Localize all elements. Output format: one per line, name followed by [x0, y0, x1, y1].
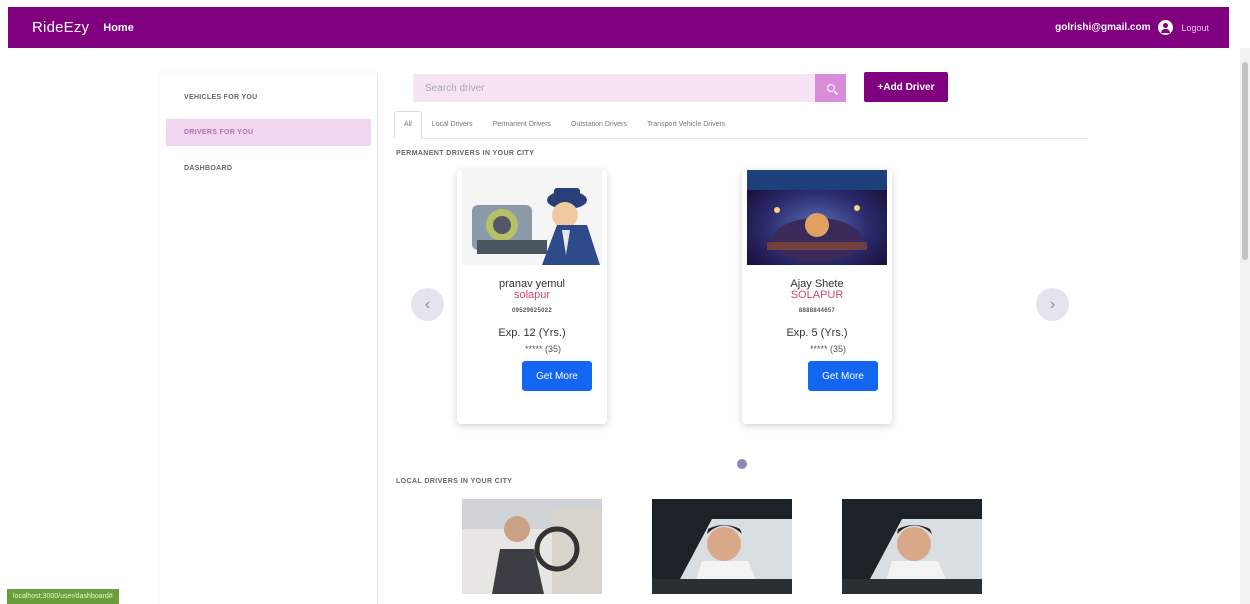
driver-photo-cartoon: [462, 170, 602, 265]
permanent-section-title: PERMANENT DRIVERS IN YOUR CITY: [396, 150, 535, 157]
carousel-next-button[interactable]: ›: [1036, 288, 1069, 321]
page-scrollbar[interactable]: [1240, 48, 1250, 604]
tab-local-drivers[interactable]: Local Drivers: [422, 111, 483, 139]
driver-city: SOLAPUR: [790, 289, 844, 301]
add-driver-button[interactable]: +Add Driver: [864, 72, 948, 102]
local-driver-photo: [462, 499, 602, 594]
tab-transport-vehicle-drivers[interactable]: Transport Vehicle Drivers: [637, 111, 735, 139]
driver-experience: Exp. 12 (Yrs.): [498, 327, 566, 339]
search-input[interactable]: [413, 74, 815, 102]
driver-tabs: All Local Drivers Permanent Drivers Outs…: [394, 110, 1088, 139]
top-navbar: RideEzy Home golrishi@gmail.com Logout: [8, 7, 1229, 48]
sidebar-item-drivers[interactable]: DRIVERS FOR YOU: [166, 119, 371, 146]
chevron-left-icon: ‹: [424, 295, 431, 313]
brand-logo[interactable]: RideEzy: [32, 19, 89, 36]
search-button[interactable]: [815, 74, 846, 102]
carousel-prev-button[interactable]: ‹: [411, 288, 444, 321]
user-email: golrishi@gmail.com: [1055, 22, 1151, 33]
local-section-title: LOCAL DRIVERS IN YOUR CITY: [396, 478, 513, 485]
scrollbar-thumb[interactable]: [1242, 62, 1248, 260]
search-icon: [826, 84, 835, 92]
local-driver-photo: [652, 499, 792, 594]
tab-all[interactable]: All: [394, 110, 422, 139]
local-driver-photo: [842, 499, 982, 594]
status-url-bar: localhost:3000/user/dashboard#: [7, 589, 119, 604]
sidebar-item-dashboard[interactable]: DASHBOARD: [166, 155, 371, 182]
driver-card: Ajay Shete SOLAPUR 8888844657 Exp. 5 (Yr…: [742, 170, 892, 424]
driver-experience: Exp. 5 (Yrs.): [786, 327, 848, 339]
tab-outstation-drivers[interactable]: Outstation Drivers: [561, 111, 637, 139]
driver-rating: ***** (35): [525, 344, 562, 354]
chevron-right-icon: ›: [1049, 295, 1056, 313]
nav-home-link[interactable]: Home: [103, 22, 134, 34]
sidebar-item-vehicles[interactable]: VEHICLES FOR YOU: [166, 84, 371, 111]
driver-photo-night-city: [747, 170, 887, 265]
driver-rating: ***** (35): [810, 344, 847, 354]
driver-city: solapur: [513, 289, 551, 301]
nav-right-group: golrishi@gmail.com Logout: [1055, 20, 1229, 35]
user-circle-icon[interactable]: [1158, 20, 1174, 35]
driver-card: pranav yemul solapur 09529625022 Exp. 12…: [457, 170, 607, 424]
driver-phone: 8888844657: [798, 308, 836, 314]
tab-permanent-drivers[interactable]: Permanent Drivers: [483, 111, 561, 139]
get-more-button[interactable]: Get More: [808, 361, 878, 391]
logout-link[interactable]: Logout: [1181, 23, 1209, 33]
driver-phone: 09529625022: [511, 308, 552, 314]
carousel-indicator-dot[interactable]: [737, 459, 747, 469]
get-more-button[interactable]: Get More: [522, 361, 592, 391]
sidebar: VEHICLES FOR YOU DRIVERS FOR YOU DASHBOA…: [160, 73, 378, 604]
